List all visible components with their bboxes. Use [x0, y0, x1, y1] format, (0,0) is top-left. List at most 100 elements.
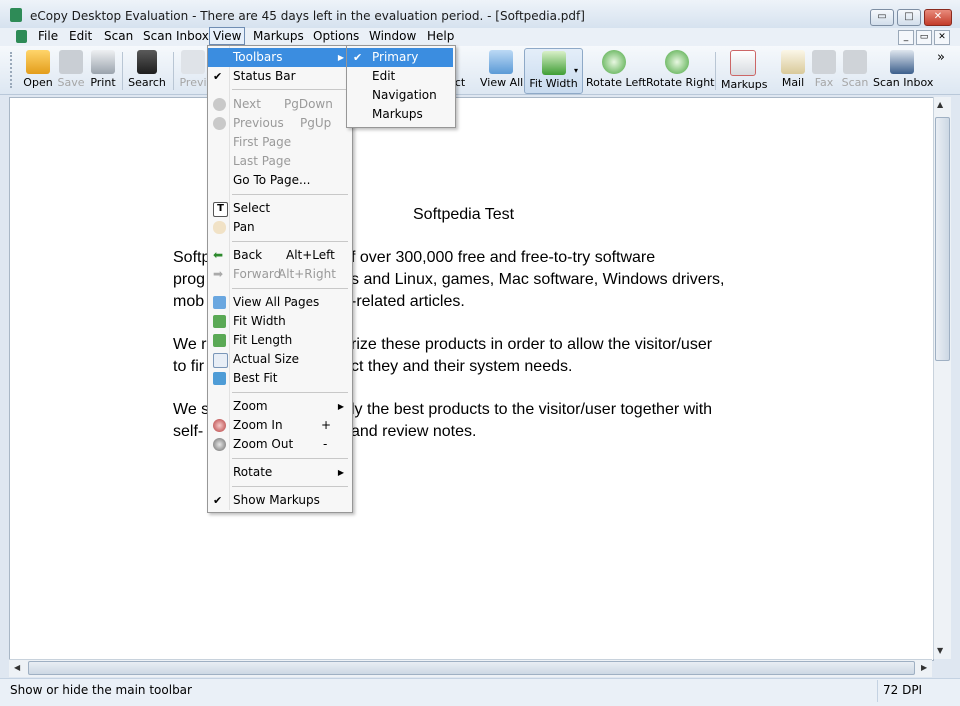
inbox-icon [890, 50, 914, 74]
save-button[interactable]: Save [56, 48, 86, 92]
print-button[interactable]: Print [88, 48, 118, 92]
menu-item-next[interactable]: Next PgDown [208, 95, 350, 114]
actual-size-icon [213, 353, 228, 368]
mdi-close-button[interactable]: ✕ [934, 30, 950, 45]
primary-label: Primary [372, 50, 419, 64]
doc-line-4a: We r [173, 336, 207, 353]
menu-item-go-to-page[interactable]: Go To Page... [208, 171, 350, 190]
fit-width-icon [213, 315, 226, 328]
minimize-button[interactable]: ▭ [870, 9, 894, 26]
submenu-item-navigation[interactable]: Navigation [347, 86, 453, 105]
toolbar-overflow-button[interactable]: » [937, 50, 945, 65]
menu-window[interactable]: Window [366, 28, 419, 44]
vertical-scroll-thumb[interactable] [935, 117, 950, 361]
doc-line-3a: mob [173, 293, 205, 310]
menu-item-view-all-pages[interactable]: View All Pages [208, 293, 350, 312]
mail-button[interactable]: Mail [778, 48, 808, 92]
menu-separator [232, 89, 348, 90]
toolbars-label: Toolbars [233, 50, 283, 64]
menu-item-zoom[interactable]: Zoom ▶ [208, 397, 350, 416]
floppy-icon [59, 50, 83, 74]
rotate-label: Rotate [233, 465, 273, 479]
hand-icon [213, 221, 226, 234]
doc-line-1b: f over 300,000 free and free-to-try soft… [351, 249, 656, 266]
menu-item-first-page[interactable]: First Page [208, 133, 350, 152]
menu-item-best-fit[interactable]: Best Fit [208, 369, 350, 388]
doc-line-1a: Softp [173, 249, 211, 266]
horizontal-scroll-thumb[interactable] [28, 661, 915, 675]
menu-options[interactable]: Options [310, 28, 362, 44]
scan-button[interactable]: Scan [840, 48, 870, 92]
mdi-minimize-button[interactable]: _ [898, 30, 914, 45]
menu-separator [232, 288, 348, 289]
menu-help[interactable]: Help [424, 28, 457, 44]
menu-scan-inbox[interactable]: Scan Inbox [140, 28, 212, 44]
back-arrow-icon: ⬅ [213, 248, 224, 262]
status-divider [877, 680, 878, 702]
submenu-item-primary[interactable]: ✔ Primary [347, 48, 453, 67]
rotate-left-button[interactable]: Rotate Left [586, 48, 646, 92]
grid-pages-icon [213, 296, 226, 309]
rotate-right-icon [665, 50, 689, 74]
scan-inbox-label: Scan Inbox [873, 76, 934, 89]
menu-item-back[interactable]: ⬅ Back Alt+Left [208, 246, 350, 265]
fit-length-label: Fit Length [233, 333, 293, 347]
menu-edit[interactable]: Edit [66, 28, 95, 44]
search-button[interactable]: Search [127, 48, 167, 92]
close-button[interactable]: ✕ [924, 9, 952, 26]
go-to-page-label: Go To Page... [233, 173, 311, 187]
menu-item-rotate[interactable]: Rotate ▶ [208, 463, 350, 482]
submenu-item-markups[interactable]: Markups [347, 105, 453, 124]
scroll-right-icon[interactable]: ▶ [921, 663, 927, 672]
fit-width-dropdown-icon[interactable]: ▾ [574, 66, 578, 75]
menu-item-zoom-in[interactable]: Zoom In + [208, 416, 350, 435]
toolbar-separator [173, 52, 174, 90]
scroll-up-icon[interactable]: ▲ [937, 100, 943, 109]
rotate-right-button[interactable]: Rotate Right [646, 48, 714, 92]
zoom-label: Zoom [233, 399, 268, 413]
menu-item-forward[interactable]: ➡ Forward Alt+Right [208, 265, 350, 284]
envelope-icon [781, 50, 805, 74]
previous-button[interactable]: Previ [178, 48, 208, 92]
menu-item-select[interactable]: T Select [208, 199, 350, 218]
menu-item-fit-length[interactable]: Fit Length [208, 331, 350, 350]
document-view[interactable] [9, 97, 934, 661]
menu-scan[interactable]: Scan [101, 28, 136, 44]
pan-label: Pan [233, 220, 255, 234]
menu-item-previous[interactable]: Previous PgUp [208, 114, 350, 133]
menu-view[interactable]: View [209, 27, 246, 45]
scan-inbox-button[interactable]: Scan Inbox [873, 48, 934, 92]
doc-line-7b: and review notes. [351, 423, 477, 440]
doc-line-6a: We s [173, 401, 210, 418]
menu-item-show-markups[interactable]: ✔ Show Markups [208, 491, 350, 510]
menu-markups[interactable]: Markups [250, 28, 307, 44]
fax-button[interactable]: Fax [811, 48, 837, 92]
app-icon[interactable] [10, 8, 22, 22]
doc-line-2b: s and Linux, games, Mac software, Window… [351, 271, 725, 288]
menu-separator [232, 194, 348, 195]
menu-item-actual-size[interactable]: Actual Size [208, 350, 350, 369]
open-button[interactable]: Open [20, 48, 56, 92]
edit-label: Edit [372, 69, 396, 83]
previous-page-icon [213, 117, 226, 130]
menu-item-toolbars[interactable]: Toolbars ▶ [208, 48, 350, 67]
menu-item-status-bar[interactable]: ✔ Status Bar [208, 67, 350, 86]
menu-file[interactable]: File [35, 28, 61, 44]
submenu-arrow-icon: ▶ [337, 53, 344, 62]
scroll-left-icon[interactable]: ◀ [14, 663, 20, 672]
zoom-in-label: Zoom In [233, 418, 283, 432]
menu-item-zoom-out[interactable]: Zoom Out - [208, 435, 350, 454]
view-all-button[interactable]: View All [480, 48, 523, 92]
submenu-item-edit[interactable]: Edit [347, 67, 453, 86]
mdi-restore-button[interactable]: ▭ [916, 30, 932, 45]
status-dpi: 72 DPI [883, 683, 923, 697]
menu-item-pan[interactable]: Pan [208, 218, 350, 237]
maximize-button[interactable]: □ [897, 9, 921, 26]
document-icon[interactable] [16, 30, 27, 43]
scroll-down-icon[interactable]: ▼ [937, 646, 943, 655]
toolbar-grip[interactable] [10, 52, 15, 88]
menu-item-fit-width[interactable]: Fit Width [208, 312, 350, 331]
menu-item-last-page[interactable]: Last Page [208, 152, 350, 171]
status-bar-label: Status Bar [233, 69, 296, 83]
markups-button[interactable]: Markups [721, 48, 767, 92]
